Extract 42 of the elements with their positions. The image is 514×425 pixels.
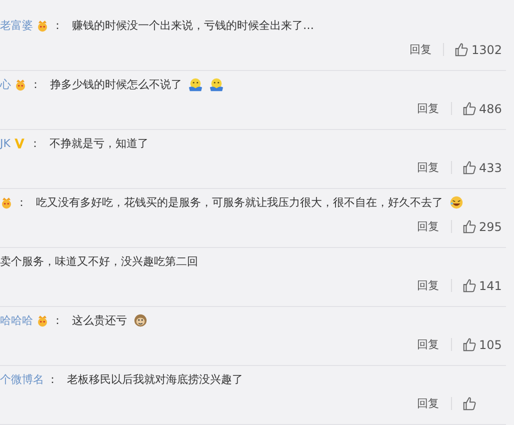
- monkey-emoji-icon: [133, 312, 148, 328]
- reply-link[interactable]: 回复: [415, 101, 441, 116]
- comment-text: 吃又没有多好吃，花钱买的是服务，可服务就让我压力很大，很不自在，好久不去了: [36, 194, 443, 210]
- like-button[interactable]: 433: [462, 160, 502, 175]
- comment-text: 不挣就是亏，知道了: [49, 136, 148, 150]
- colon-text: ：: [16, 194, 27, 210]
- colon-text: ：: [30, 76, 41, 92]
- reply-link[interactable]: 回复: [415, 219, 441, 234]
- hug-emoji-icon: [209, 76, 224, 92]
- crown-face-icon: [36, 18, 49, 32]
- thumbs-up-icon: [454, 42, 470, 57]
- comment-text: 这么贵还亏: [72, 312, 127, 328]
- crown-face-icon: [0, 196, 13, 208]
- thumbs-up-icon: [462, 396, 477, 411]
- comment-text: 赚钱的时候没一个出来说，亏钱的时候全出来了…: [72, 18, 314, 32]
- verified-v-icon: [13, 136, 26, 150]
- crown-face-icon: [36, 314, 49, 326]
- comment-text: 卖个服务，味道又不好，没兴趣吃第二回: [0, 254, 198, 268]
- like-button[interactable]: 486: [462, 101, 502, 116]
- comment-text: 老板移民以后我就对海底捞没兴趣了: [67, 372, 243, 386]
- like-button[interactable]: 105: [462, 337, 502, 352]
- like-button[interactable]: 1302: [454, 42, 502, 57]
- thumbs-up-icon: [462, 101, 477, 116]
- thumbs-up-icon: [462, 219, 477, 234]
- like-button[interactable]: 295: [462, 219, 502, 234]
- reply-link[interactable]: 回复: [407, 42, 434, 57]
- thumbs-up-icon: [462, 278, 477, 293]
- colon-text: ：: [52, 18, 63, 32]
- like-button[interactable]: 141: [462, 278, 502, 293]
- reply-link[interactable]: 回复: [415, 396, 441, 411]
- colon-text: ：: [47, 372, 58, 386]
- comment-text: 挣多少钱的时候怎么不说了: [50, 76, 182, 92]
- colon-text: ：: [29, 136, 40, 150]
- thumbs-up-icon: [462, 337, 477, 352]
- reply-link[interactable]: 回复: [415, 160, 441, 175]
- hug-emoji-icon: [188, 76, 203, 92]
- colon-text: ：: [52, 312, 63, 328]
- laughing-emoji-icon: [449, 194, 464, 210]
- crown-face-icon: [14, 78, 27, 90]
- thumbs-up-icon: [462, 160, 477, 175]
- reply-link[interactable]: 回复: [415, 337, 441, 352]
- reply-link[interactable]: 回复: [415, 278, 441, 293]
